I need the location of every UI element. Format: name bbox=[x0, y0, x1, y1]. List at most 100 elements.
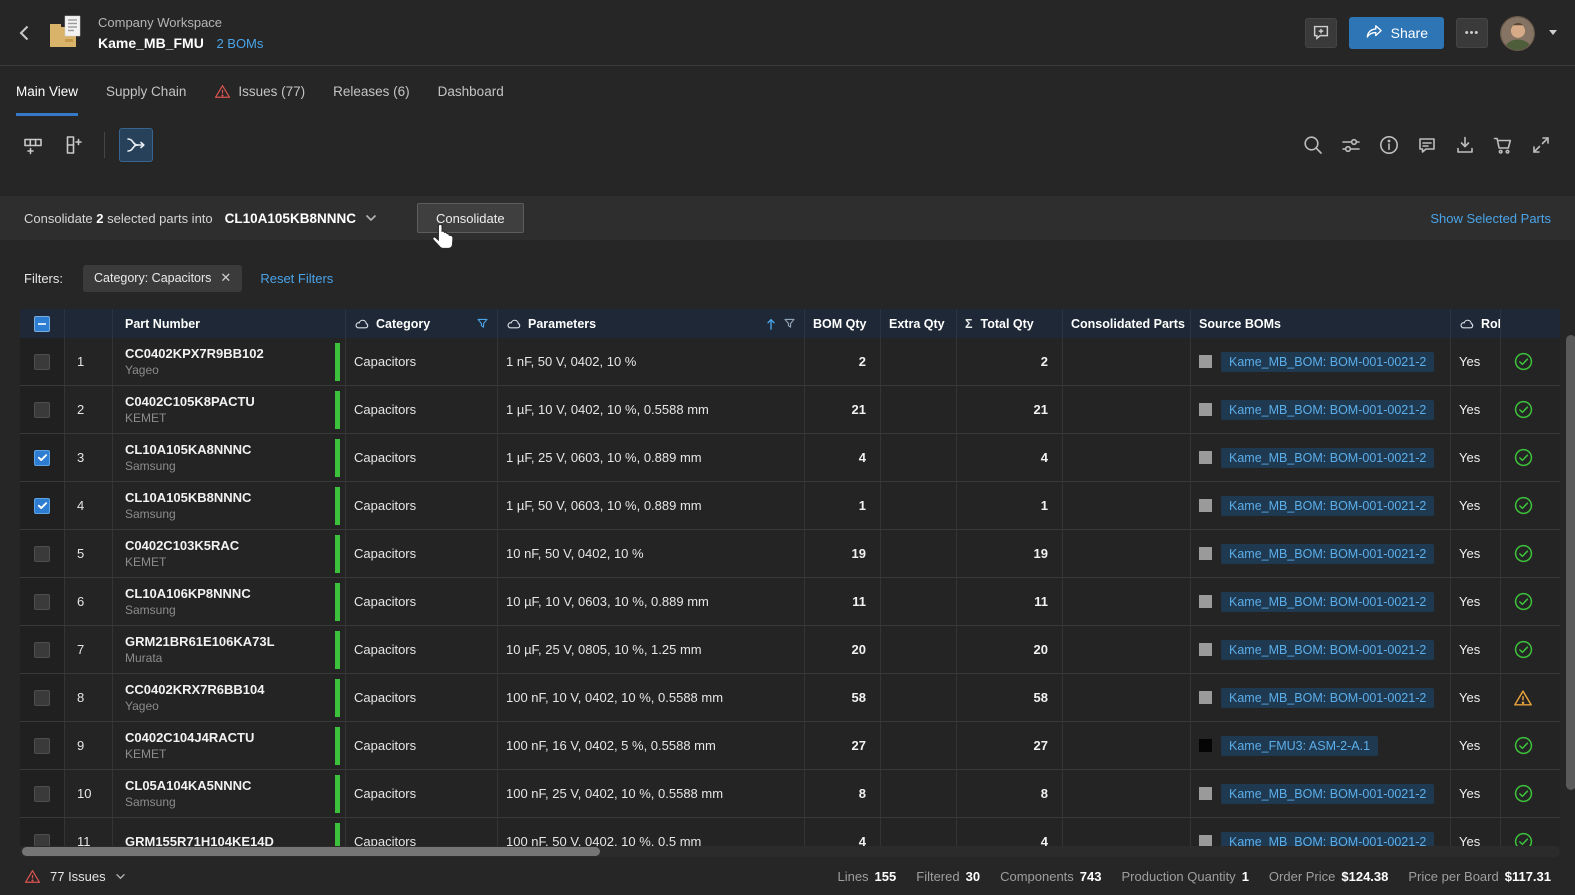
target-part-dropdown[interactable]: CL10A105KB8NNNC bbox=[225, 211, 377, 226]
search-icon bbox=[1302, 134, 1324, 156]
column-header-rohs[interactable]: RoHS bbox=[1451, 309, 1501, 338]
source-bom-link[interactable]: Kame_MB_BOM: BOM-001-0021-2 bbox=[1221, 784, 1434, 804]
select-all-checkbox[interactable] bbox=[34, 316, 50, 332]
avatar[interactable] bbox=[1500, 16, 1535, 51]
source-bom-link[interactable]: Kame_MB_BOM: BOM-001-0021-2 bbox=[1221, 688, 1434, 708]
column-header-parameters[interactable]: Parameters bbox=[498, 309, 805, 338]
part-number-cell[interactable]: CL10A105KB8NNNCSamsung bbox=[113, 482, 346, 529]
row-checkbox[interactable] bbox=[34, 690, 50, 706]
tab-supply-chain[interactable]: Supply Chain bbox=[106, 67, 186, 116]
cart-button[interactable] bbox=[1490, 132, 1515, 157]
source-bom-link[interactable]: Kame_MB_BOM: BOM-001-0021-2 bbox=[1221, 544, 1434, 564]
horizontal-scrollbar-thumb[interactable] bbox=[22, 847, 600, 856]
download-button[interactable] bbox=[1452, 132, 1477, 157]
sigma-icon: Σ bbox=[965, 317, 973, 331]
fullscreen-icon bbox=[1530, 134, 1552, 156]
back-button[interactable] bbox=[14, 22, 36, 44]
add-row-button[interactable] bbox=[16, 128, 50, 162]
source-swatch bbox=[1199, 355, 1212, 368]
part-number-cell[interactable]: CC0402KPX7R9BB102Yageo bbox=[113, 338, 346, 385]
boms-count-link[interactable]: 2 BOMs bbox=[216, 36, 263, 51]
part-number-cell[interactable]: CL10A106KP8NNNCSamsung bbox=[113, 578, 346, 625]
part-number-cell[interactable]: CL10A105KA8NNNCSamsung bbox=[113, 434, 346, 481]
part-number-cell[interactable]: CC0402KRX7R6BB104Yageo bbox=[113, 674, 346, 721]
source-bom-link[interactable]: Kame_MB_BOM: BOM-001-0021-2 bbox=[1221, 832, 1434, 847]
part-number-cell[interactable]: C0402C105K8PACTUKEMET bbox=[113, 386, 346, 433]
row-select-cell bbox=[20, 578, 65, 625]
row-checkbox[interactable] bbox=[34, 450, 50, 466]
filter-funnel-icon[interactable] bbox=[783, 317, 796, 330]
source-swatch bbox=[1199, 787, 1212, 800]
source-bom-link[interactable]: Kame_MB_BOM: BOM-001-0021-2 bbox=[1221, 448, 1434, 468]
column-header-total_qty[interactable]: ΣTotal Qty bbox=[957, 309, 1063, 338]
column-header-consolidated_parts[interactable]: Consolidated Parts bbox=[1063, 309, 1191, 338]
tab-releases-6[interactable]: Releases (6) bbox=[333, 67, 410, 116]
info-button[interactable] bbox=[1376, 132, 1401, 157]
table-row: 1CC0402KPX7R9BB102YageoCapacitors1 nF, 5… bbox=[20, 338, 1560, 386]
row-checkbox[interactable] bbox=[34, 594, 50, 610]
more-actions-button[interactable]: ••• bbox=[1456, 18, 1488, 48]
fullscreen-button[interactable] bbox=[1528, 132, 1553, 157]
consolidate-button[interactable]: Consolidate bbox=[417, 203, 524, 233]
row-checkbox[interactable] bbox=[34, 498, 50, 514]
add-column-button[interactable] bbox=[56, 128, 90, 162]
share-button[interactable]: Share bbox=[1349, 17, 1444, 49]
filter-chip-category[interactable]: Category: Capacitors ✕ bbox=[83, 265, 242, 292]
column-header-extra_qty[interactable]: Extra Qty bbox=[881, 309, 957, 338]
column-header-source_boms[interactable]: Source BOMs bbox=[1191, 309, 1451, 338]
part-number: CL10A106KP8NNNC bbox=[125, 585, 251, 602]
source-bom-link[interactable]: Kame_FMU3: ASM-2-A.1 bbox=[1221, 736, 1378, 756]
row-checkbox[interactable] bbox=[34, 546, 50, 562]
rohs-cell: Yes bbox=[1451, 626, 1501, 673]
row-checkbox[interactable] bbox=[34, 786, 50, 802]
search-button[interactable] bbox=[1300, 132, 1325, 157]
source-bom-link[interactable]: Kame_MB_BOM: BOM-001-0021-2 bbox=[1221, 496, 1434, 516]
column-header-sel bbox=[20, 309, 65, 338]
tab-dashboard[interactable]: Dashboard bbox=[438, 67, 504, 116]
column-label: Consolidated Parts bbox=[1071, 317, 1185, 331]
status-cell bbox=[1501, 530, 1545, 577]
column-header-category[interactable]: Category bbox=[346, 309, 498, 338]
consolidate-tool-button[interactable] bbox=[119, 128, 153, 162]
remove-filter-icon[interactable]: ✕ bbox=[220, 270, 231, 286]
add-comment-button[interactable] bbox=[1305, 18, 1337, 48]
horizontal-scrollbar[interactable] bbox=[20, 846, 1560, 857]
source-bom-link[interactable]: Kame_MB_BOM: BOM-001-0021-2 bbox=[1221, 592, 1434, 612]
part-number-cell[interactable]: C0402C104J4RACTUKEMET bbox=[113, 722, 346, 769]
category-cell: Capacitors bbox=[346, 674, 498, 721]
show-selected-parts-link[interactable]: Show Selected Parts bbox=[1430, 211, 1551, 226]
filter-funnel-icon[interactable] bbox=[476, 317, 489, 330]
sort-ascending-icon[interactable] bbox=[765, 317, 777, 331]
column-header-part_number[interactable]: Part Number bbox=[113, 309, 346, 338]
row-checkbox[interactable] bbox=[34, 402, 50, 418]
row-checkbox[interactable] bbox=[34, 834, 50, 847]
part-number-cell[interactable]: GRM21BR61E106KA73LMurata bbox=[113, 626, 346, 673]
row-checkbox[interactable] bbox=[34, 354, 50, 370]
part-number: C0402C105K8PACTU bbox=[125, 393, 255, 410]
tab-issues-77[interactable]: Issues (77) bbox=[214, 67, 305, 116]
part-number-cell[interactable]: CL05A104KA5NNNCSamsung bbox=[113, 770, 346, 817]
extra-qty-cell bbox=[881, 338, 957, 385]
comments-button[interactable] bbox=[1414, 132, 1439, 157]
vertical-scrollbar-thumb[interactable] bbox=[1566, 335, 1575, 790]
source-bom-link[interactable]: Kame_MB_BOM: BOM-001-0021-2 bbox=[1221, 352, 1434, 372]
vertical-scrollbar[interactable] bbox=[1565, 309, 1575, 846]
account-caret-icon[interactable] bbox=[1547, 26, 1559, 41]
source-bom-link[interactable]: Kame_MB_BOM: BOM-001-0021-2 bbox=[1221, 400, 1434, 420]
status-ok-icon bbox=[1513, 351, 1534, 372]
total-qty-cell: 2 bbox=[957, 338, 1063, 385]
reset-filters-link[interactable]: Reset Filters bbox=[260, 271, 333, 286]
table-row: 10CL05A104KA5NNNCSamsungCapacitors100 nF… bbox=[20, 770, 1560, 818]
row-checkbox[interactable] bbox=[34, 738, 50, 754]
row-checkbox[interactable] bbox=[34, 642, 50, 658]
column-header-bom_qty[interactable]: BOM Qty bbox=[805, 309, 881, 338]
filter-settings-button[interactable] bbox=[1338, 132, 1363, 157]
issues-summary[interactable]: 77 Issues bbox=[24, 868, 126, 885]
part-number-cell[interactable]: GRM155R71H104KE14D bbox=[113, 818, 346, 846]
row-number: 5 bbox=[65, 530, 113, 577]
tab-main-view[interactable]: Main View bbox=[16, 67, 78, 116]
source-bom-link[interactable]: Kame_MB_BOM: BOM-001-0021-2 bbox=[1221, 640, 1434, 660]
row-number: 2 bbox=[65, 386, 113, 433]
bom-qty-cell: 20 bbox=[805, 626, 881, 673]
part-number-cell[interactable]: C0402C103K5RACKEMET bbox=[113, 530, 346, 577]
